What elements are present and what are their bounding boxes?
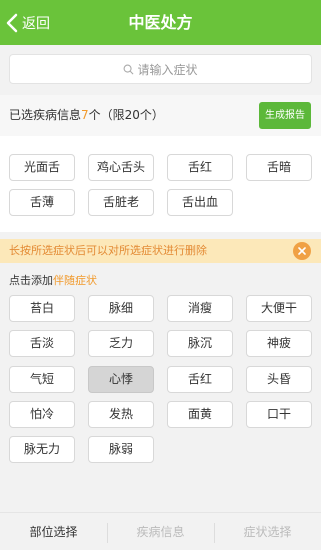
add-symptom-tag[interactable]: 乏力 — [88, 330, 154, 357]
close-icon — [298, 247, 306, 255]
selected-tag[interactable]: 舌出血 — [167, 189, 233, 216]
selected-tags-panel — [0, 136, 321, 232]
selected-tag[interactable]: 舌红 — [167, 154, 233, 181]
add-symptom-tag[interactable]: 气短 — [9, 366, 75, 393]
selected-suffix: 个（限20个） — [88, 108, 164, 122]
add-label-prefix: 点击添加 — [9, 274, 53, 287]
add-symptom-tag[interactable]: 大便干 — [246, 295, 312, 322]
search-icon — [124, 64, 134, 74]
notice-text: 长按所选症状后可以对所选症状进行删除 — [9, 244, 207, 257]
search-area: 请输入症状 — [0, 45, 321, 95]
selected-tag[interactable]: 鸡心舌头 — [88, 154, 154, 181]
add-symptom-tag[interactable]: 面黄 — [167, 401, 233, 428]
add-symptom-tag[interactable]: 脉无力 — [9, 436, 75, 463]
delete-hint-notice: 长按所选症状后可以对所选症状进行删除 — [0, 239, 321, 263]
tab-disease-info[interactable]: 疾病信息 — [107, 513, 214, 550]
add-symptom-tag[interactable]: 消瘦 — [167, 295, 233, 322]
add-symptom-tag[interactable]: 苔白 — [9, 295, 75, 322]
selected-count: 7 — [81, 108, 89, 122]
add-label-accent: 伴随症状 — [53, 274, 97, 287]
add-symptom-tag[interactable]: 怕冷 — [9, 401, 75, 428]
add-symptom-tag[interactable]: 脉沉 — [167, 330, 233, 357]
selected-prefix: 已选疾病信息 — [9, 108, 82, 122]
add-symptom-tag[interactable]: 头昏 — [246, 366, 312, 393]
page-title: 中医处方 — [128, 13, 193, 32]
add-symptom-tag[interactable]: 发热 — [88, 401, 154, 428]
add-symptom-tag[interactable]: 神疲 — [246, 330, 312, 357]
selected-tag[interactable]: 光面舌 — [9, 154, 75, 181]
header-bar: 返回 中医处方 — [0, 0, 321, 45]
search-input[interactable]: 请输入症状 — [9, 54, 312, 84]
add-symptom-tag[interactable]: 脉细 — [88, 295, 154, 322]
tab-symptom-select[interactable]: 症状选择 — [214, 513, 321, 550]
add-symptom-tag[interactable]: 舌红 — [167, 366, 233, 393]
selected-tag[interactable]: 舌薄 — [9, 189, 75, 216]
add-symptom-tag[interactable]: 口干 — [246, 401, 312, 428]
add-symptom-tag[interactable]: 心悸 — [88, 366, 154, 393]
tab-body-part[interactable]: 部位选择 — [0, 513, 107, 550]
generate-report-button[interactable]: 生成报告 — [259, 102, 311, 129]
bottom-tab-bar: 部位选择 疾病信息 症状选择 — [0, 512, 321, 550]
add-symptom-tag[interactable]: 脉弱 — [88, 436, 154, 463]
selected-tag[interactable]: 舌脏老 — [88, 189, 154, 216]
selected-tag[interactable]: 舌暗 — [246, 154, 312, 181]
search-placeholder: 请输入症状 — [137, 62, 198, 77]
close-notice-button[interactable] — [293, 242, 311, 260]
add-symptom-tag[interactable]: 舌淡 — [9, 330, 75, 357]
add-symptoms-label: 点击添加伴随症状 — [9, 272, 97, 288]
selected-count-text: 已选疾病信息7个（限20个） — [9, 95, 164, 136]
